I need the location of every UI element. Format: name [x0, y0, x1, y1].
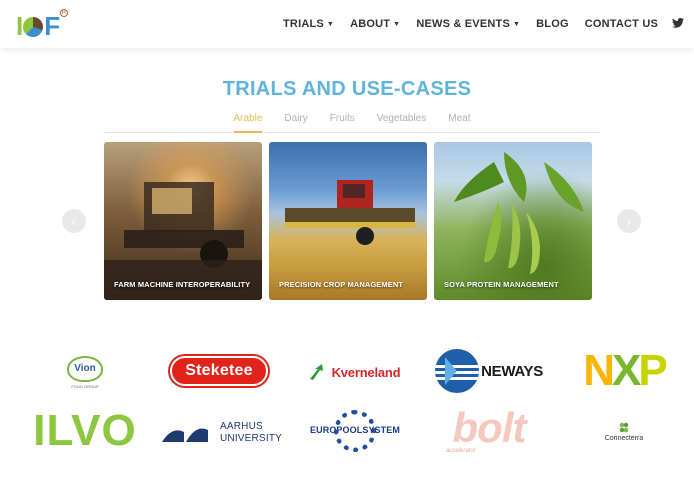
nav-trials[interactable]: TRIALS ▼ — [283, 18, 334, 30]
partner-logo-vion[interactable]: Vion FOOD GROUP — [62, 352, 108, 392]
twitter-icon[interactable] — [672, 17, 684, 31]
bolt-sub: accelerator — [446, 448, 476, 454]
card-caption: FARM MACHINE INTEROPERABILITY — [114, 280, 251, 289]
chevron-left-icon[interactable]: ‹ — [62, 209, 86, 233]
partner-logo-neways[interactable]: NEWAYS — [428, 349, 550, 393]
kverneland-text: Kverneland — [331, 364, 401, 380]
chevron-right-icon[interactable]: › — [617, 209, 641, 233]
partner-logo-nxp[interactable]: NXP — [562, 348, 686, 394]
neways-text: NEWAYS — [481, 362, 543, 380]
logo-o-icon — [23, 17, 44, 37]
category-tabs: Arable Dairy Fruits Vegetables Meat — [104, 113, 600, 133]
nav-blog[interactable]: BLOG — [536, 18, 569, 30]
nav-contact-us[interactable]: CONTACT US — [585, 18, 658, 30]
chevron-down-icon: ▼ — [326, 20, 335, 28]
aarhus-line1: AARHUS — [219, 421, 263, 432]
aarhus-line2: UNIVERSITY — [219, 433, 282, 444]
site-header: IF R TRIALS ▼ ABOUT ▼ NEWS & EVENTS ▼ BL… — [0, 0, 694, 48]
nav-news-events-label: NEWS & EVENTS — [416, 18, 510, 30]
partner-logo-steketee[interactable]: Steketee — [170, 356, 268, 386]
vion-sub: FOOD GROUP — [71, 383, 99, 389]
chevron-down-icon: ▼ — [512, 20, 521, 28]
nxp-n: N — [583, 346, 615, 395]
nav-about[interactable]: ABOUT ▼ — [350, 18, 400, 30]
card-caption: PRECISION CROP MANAGEMENT — [279, 280, 404, 289]
tractor-image — [104, 182, 262, 300]
tab-vegetables[interactable]: Vegetables — [377, 113, 427, 133]
connecterra-text: Connecterra — [604, 435, 644, 442]
kverneland-arrow-icon — [309, 364, 323, 380]
nxp-x: X — [612, 346, 641, 395]
partner-logo-aarhus[interactable]: AARHUS UNIVERSITY — [158, 418, 284, 448]
nxp-p: P — [638, 346, 667, 395]
neways-mark-icon — [435, 349, 480, 393]
nav-contact-us-label: CONTACT US — [584, 18, 658, 30]
section-title: TRIALS AND USE-CASES — [222, 78, 472, 100]
chevron-down-icon: ▼ — [393, 20, 401, 28]
partner-logo-europool[interactable]: EUROPOOLSYSTEM — [302, 410, 408, 452]
aarhus-wave-icon — [161, 428, 208, 442]
tab-fruits[interactable]: Fruits — [330, 113, 355, 133]
main-nav: TRIALS ▼ ABOUT ▼ NEWS & EVENTS ▼ BLOG CO… — [267, 17, 684, 31]
logo-wordmark: IF — [16, 11, 60, 41]
vion-mark: Vion — [67, 355, 103, 382]
nav-trials-label: TRIALS — [283, 18, 324, 30]
tab-arable[interactable]: Arable — [233, 113, 263, 133]
registered-mark: R — [60, 9, 68, 17]
combine-harvester-image — [285, 180, 415, 245]
tab-dairy[interactable]: Dairy — [284, 113, 307, 133]
nav-news-events[interactable]: NEWS & EVENTS ▼ — [416, 18, 520, 30]
trial-card-farm-machine[interactable]: FARM MACHINE INTEROPERABILITY — [104, 142, 262, 300]
iof-logo[interactable]: IF R — [16, 9, 72, 41]
nav-about-label: ABOUT — [350, 18, 391, 30]
partner-logo-kverneland[interactable]: Kverneland — [298, 359, 410, 385]
bolt-text: bolt — [452, 404, 527, 451]
soybean-image — [454, 152, 584, 274]
partner-logo-bolt[interactable]: bolt accelerator — [440, 406, 538, 456]
tab-meat[interactable]: Meat — [448, 113, 470, 133]
partner-logo-ilvo[interactable]: ILVO — [22, 408, 148, 454]
partner-logo-connecterra[interactable]: Connecterra — [598, 420, 650, 444]
trial-card-precision-crop[interactable]: PRECISION CROP MANAGEMENT — [269, 142, 427, 300]
aarhus-text: AARHUS UNIVERSITY — [220, 421, 282, 445]
europool-text: EUROPOOLSYSTEM — [310, 425, 400, 435]
nav-blog-label: BLOG — [536, 18, 569, 30]
card-caption: SOYA PROTEIN MANAGEMENT — [444, 280, 559, 289]
connecterra-mark-icon — [619, 422, 629, 433]
trial-card-soya-protein[interactable]: SOYA PROTEIN MANAGEMENT — [434, 142, 592, 300]
